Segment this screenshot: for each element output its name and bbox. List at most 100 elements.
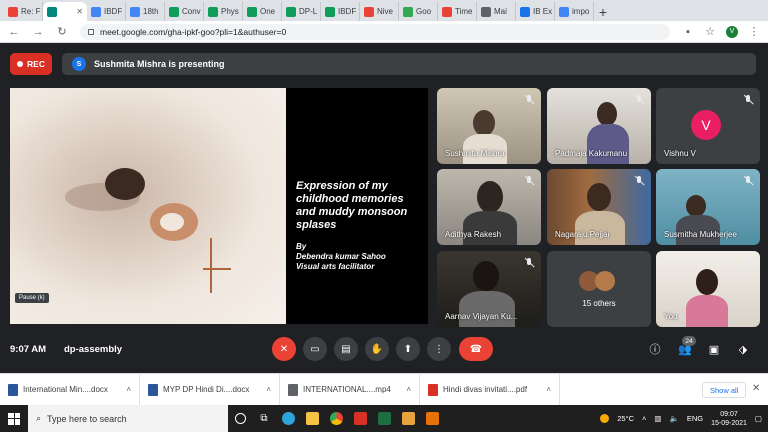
edge-icon[interactable] bbox=[276, 405, 300, 432]
download-item[interactable]: INTERNATIONAL....mp4 ˄ bbox=[280, 373, 420, 406]
browser-tab[interactable]: Goo bbox=[399, 2, 438, 21]
taskbar-clock[interactable]: 09:07 15-09-2021 bbox=[711, 410, 747, 428]
participant-video bbox=[459, 291, 515, 327]
participant-avatar: V bbox=[691, 110, 721, 140]
participant-video bbox=[587, 124, 629, 164]
browser-tab[interactable]: IBDF bbox=[87, 2, 126, 21]
captions-button[interactable]: ▤ bbox=[334, 337, 358, 361]
file-explorer-icon[interactable] bbox=[300, 405, 324, 432]
browser-menu-icon[interactable]: ⋮ bbox=[748, 25, 760, 38]
download-item[interactable]: International Min....docx ˄ bbox=[0, 373, 140, 406]
search-placeholder: Type here to search bbox=[47, 413, 127, 424]
screen-recorder-icon[interactable] bbox=[348, 405, 372, 432]
presentation-stage: Pause (k) Expression of my childhood mem… bbox=[10, 88, 428, 324]
tab-favicon-icon bbox=[520, 6, 530, 17]
browser-tab[interactable]: Nive bbox=[360, 2, 399, 21]
weather-temp[interactable]: 25°C bbox=[617, 414, 634, 423]
download-filename: International Min....docx bbox=[23, 385, 108, 394]
browser-tab[interactable]: impo bbox=[555, 2, 594, 21]
folder-icon[interactable] bbox=[396, 405, 420, 432]
forward-arrow-icon[interactable]: → bbox=[32, 26, 44, 38]
search-icon: ⌕ bbox=[36, 413, 42, 423]
chevron-up-icon[interactable]: ˄ bbox=[406, 385, 411, 394]
tab-favicon-icon bbox=[247, 6, 257, 17]
pause-tooltip[interactable]: Pause (k) bbox=[15, 293, 49, 303]
participant-tile[interactable]: Nagaraju Pejjai bbox=[547, 169, 651, 245]
chrome-icon[interactable] bbox=[324, 405, 348, 432]
byline-by: By bbox=[296, 242, 307, 251]
meeting-info-button[interactable]: ⓘ bbox=[646, 340, 664, 358]
notifications-icon[interactable]: ▢ bbox=[755, 414, 762, 423]
camera-toggle-button[interactable]: ▭ bbox=[303, 337, 327, 361]
participant-video bbox=[696, 269, 718, 295]
mic-toggle-button[interactable]: ✕ bbox=[272, 337, 296, 361]
browser-tab[interactable]: ✕ bbox=[43, 2, 87, 21]
chevron-up-icon[interactable]: ˄ bbox=[546, 385, 551, 394]
meet-controls-bar: 9:07 AM dp-assembly ✕ ▭ ▤ ✋ ⬆ ⋮ ☎ ⓘ 👥 24… bbox=[0, 333, 768, 365]
participant-tile[interactable]: Sushmita Mishra bbox=[437, 88, 541, 164]
tab-label: IBDF bbox=[104, 7, 123, 16]
hand-icon: ✋ bbox=[370, 343, 384, 355]
tray-chevron-icon[interactable]: ˄ bbox=[642, 414, 646, 423]
url-omnibox[interactable]: meet.google.com/gha-ipkf-goo?pli=1&authu… bbox=[80, 23, 670, 40]
browser-tab[interactable]: DP-L bbox=[282, 2, 321, 21]
participant-tile[interactable]: Adithya Rakesh bbox=[437, 169, 541, 245]
reload-icon[interactable]: ↻ bbox=[56, 25, 68, 38]
tab-favicon-icon bbox=[286, 6, 296, 17]
camera-permission-icon[interactable]: ▪ bbox=[682, 26, 694, 38]
chat-button[interactable]: ▣ bbox=[705, 340, 723, 358]
browser-tab[interactable]: Conv bbox=[165, 2, 204, 21]
recording-badge: REC bbox=[10, 53, 52, 75]
participant-tile[interactable]: 15 others bbox=[547, 251, 651, 327]
browser-tab[interactable]: One bbox=[243, 2, 282, 21]
browser-tab[interactable]: IB Ex bbox=[516, 2, 555, 21]
browser-tab[interactable]: IBDF bbox=[321, 2, 360, 21]
raise-hand-button[interactable]: ✋ bbox=[365, 337, 389, 361]
tab-favicon-icon bbox=[364, 6, 374, 17]
browser-tab-strip: Re: F ✕ IBDF 18th Conv Phys One DP-L IBDF Nive Goo… bbox=[0, 0, 768, 21]
participant-tile[interactable]: You bbox=[656, 251, 760, 327]
download-item[interactable]: Hindi divas invitati....pdf ˄ bbox=[420, 373, 560, 406]
browser-tab[interactable]: Phys bbox=[204, 2, 243, 21]
new-tab-button[interactable]: + bbox=[594, 2, 612, 21]
browser-tab[interactable]: Mai bbox=[477, 2, 516, 21]
taskbar-search-box[interactable]: ⌕ Type here to search bbox=[28, 405, 228, 432]
bookmark-star-icon[interactable]: ☆ bbox=[704, 25, 716, 38]
tab-favicon-icon bbox=[403, 6, 413, 17]
more-options-button[interactable]: ⋮ bbox=[427, 337, 451, 361]
media-player-icon[interactable] bbox=[420, 405, 444, 432]
start-button[interactable] bbox=[0, 405, 28, 432]
close-icon[interactable]: ✕ bbox=[752, 383, 760, 394]
profile-avatar[interactable]: V bbox=[726, 25, 738, 38]
language-indicator[interactable]: ENG bbox=[687, 414, 703, 423]
browser-tab[interactable]: Re: F bbox=[4, 2, 43, 21]
present-button[interactable]: ⬆ bbox=[396, 337, 420, 361]
participant-tile[interactable]: Aarnav Vijayan Ku... bbox=[437, 251, 541, 327]
download-item[interactable]: MYP DP Hindi Di....docx ˄ bbox=[140, 373, 280, 406]
task-view-icon[interactable]: ⧉ bbox=[252, 405, 276, 432]
tab-close-icon[interactable]: ✕ bbox=[76, 7, 83, 16]
file-icon bbox=[428, 383, 438, 396]
browser-tab[interactable]: Time bbox=[438, 2, 477, 21]
leave-call-button[interactable]: ☎ bbox=[459, 337, 493, 361]
participant-tile[interactable]: Padmaja Kakumanu bbox=[547, 88, 651, 164]
participant-tile[interactable]: Susmitha Mukherjee bbox=[656, 169, 760, 245]
mic-off-icon bbox=[523, 257, 535, 269]
show-all-downloads-button[interactable]: Show all bbox=[702, 382, 747, 398]
excel-icon[interactable] bbox=[372, 405, 396, 432]
meet-call-area: REC S Sushmita Mishra is presenting Paus… bbox=[0, 43, 768, 373]
back-arrow-icon[interactable]: ← bbox=[8, 26, 20, 38]
cortana-icon[interactable] bbox=[228, 405, 252, 432]
mic-off-icon bbox=[633, 175, 645, 187]
presenting-banner: S Sushmita Mishra is presenting bbox=[62, 53, 756, 75]
participant-name: Vishnu V bbox=[664, 149, 696, 158]
browser-tab[interactable]: 18th bbox=[126, 2, 165, 21]
windows-logo-icon bbox=[8, 412, 20, 425]
activities-button[interactable]: ⬗ bbox=[734, 340, 752, 358]
volume-icon[interactable]: 🔈 bbox=[669, 414, 678, 423]
participant-tile[interactable]: V Vishnu V bbox=[656, 88, 760, 164]
network-icon[interactable]: ▥ bbox=[654, 414, 661, 423]
participant-video bbox=[686, 295, 728, 327]
chevron-up-icon[interactable]: ˄ bbox=[266, 385, 271, 394]
chevron-up-icon[interactable]: ˄ bbox=[126, 385, 131, 394]
